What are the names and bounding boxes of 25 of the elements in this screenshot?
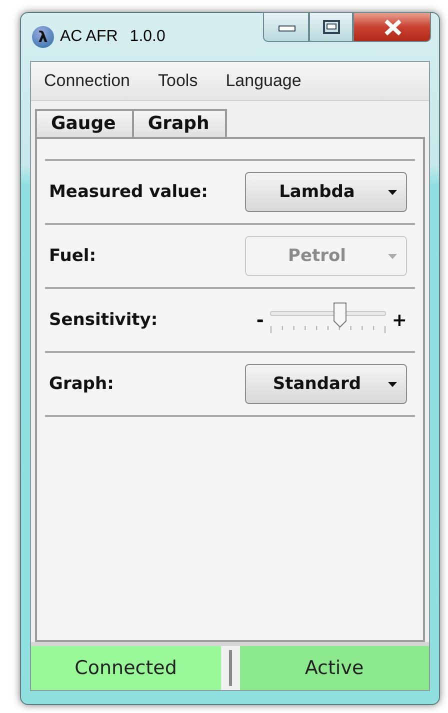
- version-label: 1.0.0: [130, 28, 166, 46]
- menu-item[interactable]: Tools: [155, 71, 201, 91]
- setting-label: Sensitivity:: [49, 310, 158, 330]
- dropdown[interactable]: Lambda: [245, 172, 407, 212]
- app-logo: λ: [32, 26, 54, 48]
- menu-item[interactable]: Language: [222, 71, 304, 91]
- setting-label: Fuel:: [49, 246, 96, 266]
- tab[interactable]: Gauge: [35, 109, 134, 137]
- status-panel: Active: [240, 646, 429, 690]
- minimize-button[interactable]: [263, 12, 309, 42]
- plus-label: +: [392, 310, 407, 330]
- setting-label: Graph:: [49, 374, 114, 394]
- tab[interactable]: Graph: [132, 109, 228, 137]
- minus-label: -: [256, 310, 264, 330]
- caret-icon: [388, 382, 397, 387]
- setting-label: Measured value:: [49, 182, 208, 202]
- close-button[interactable]: [353, 12, 431, 42]
- maximize-button[interactable]: [309, 12, 353, 42]
- status-panel: Connected: [31, 646, 220, 690]
- window-title: AC AFR: [60, 28, 118, 46]
- slider-thumb[interactable]: [332, 302, 346, 328]
- menu-item[interactable]: Connection: [41, 71, 134, 91]
- caret-icon: [388, 190, 397, 195]
- dropdown[interactable]: Standard: [245, 364, 407, 404]
- caret-icon: [388, 254, 397, 259]
